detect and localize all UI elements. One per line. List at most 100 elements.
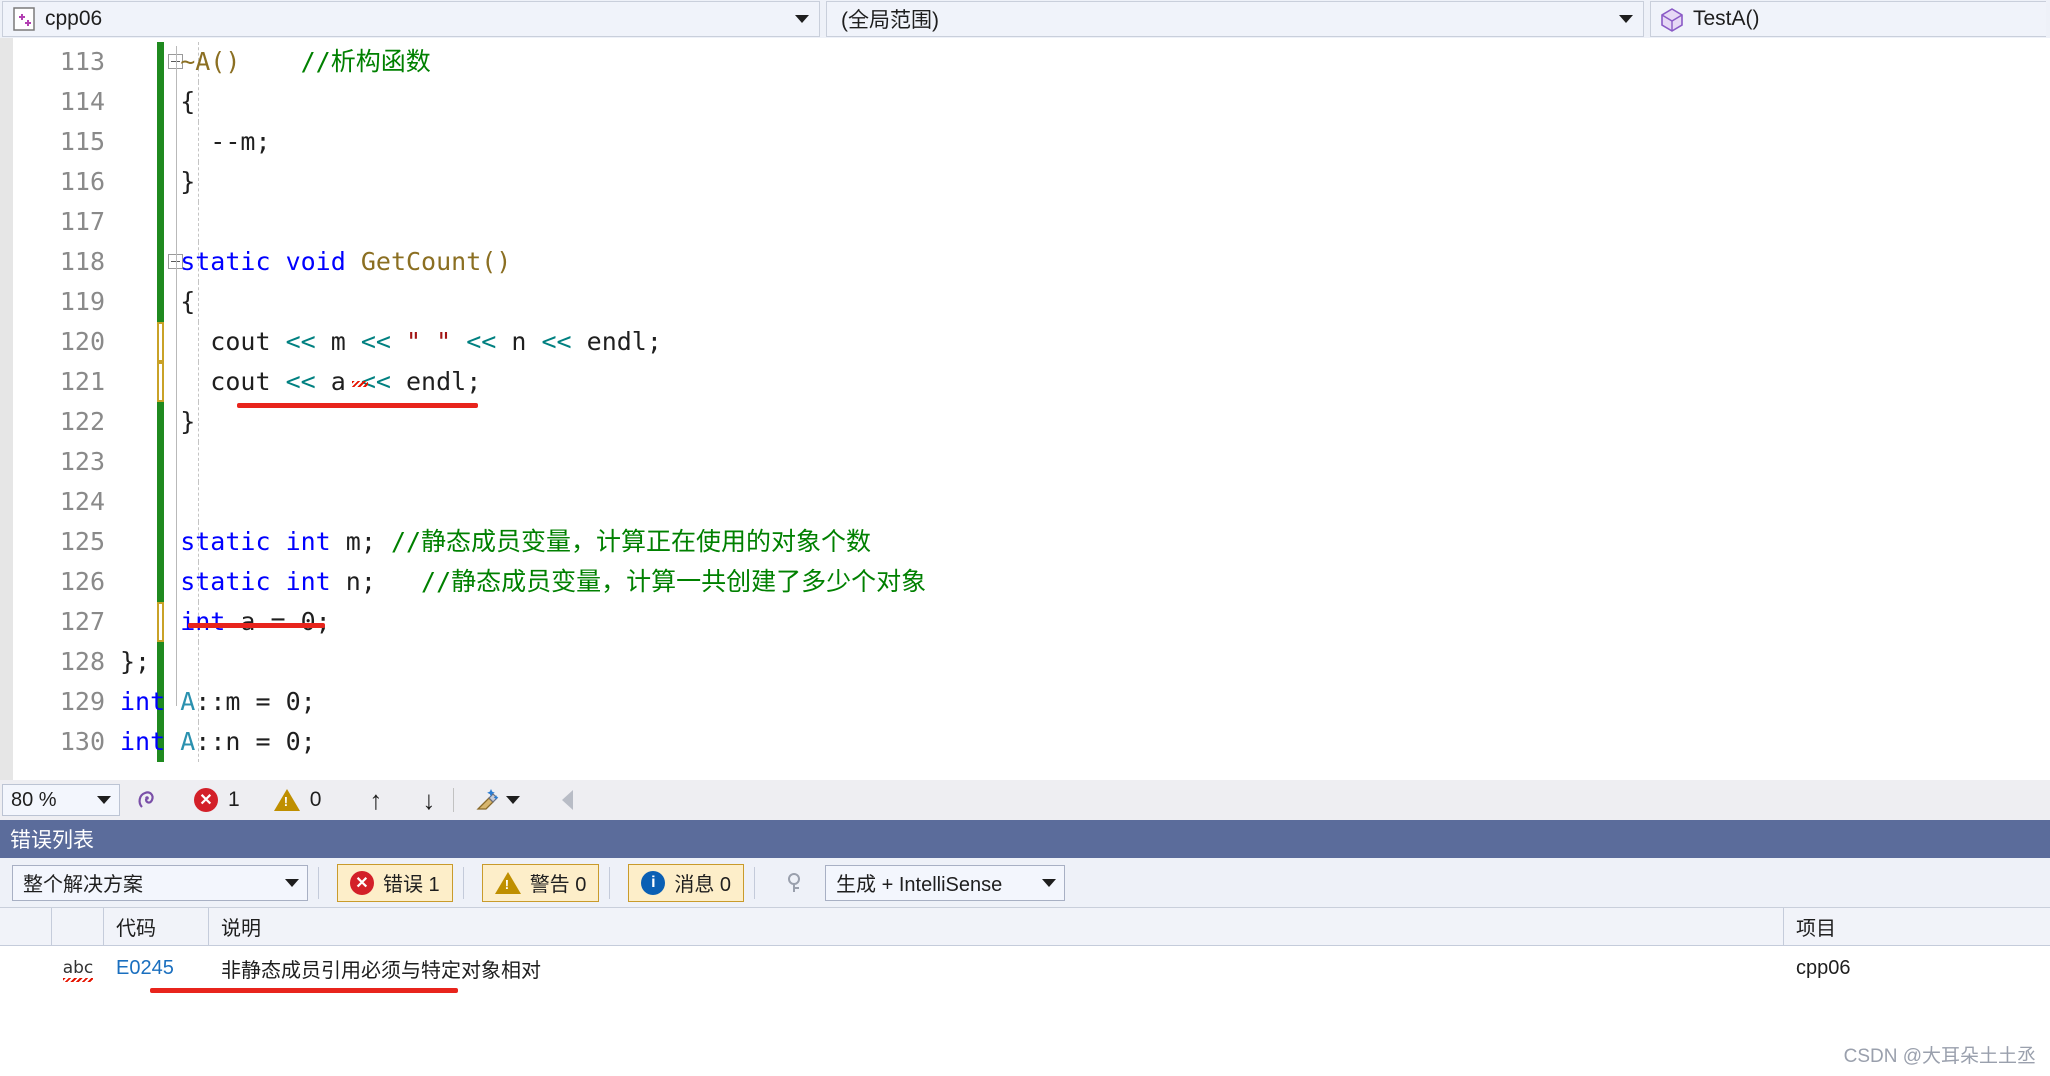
warning-icon xyxy=(273,789,300,811)
chevron-left-icon xyxy=(562,790,574,810)
code-token: } xyxy=(180,407,196,436)
intellisense-status-icon[interactable] xyxy=(134,787,160,813)
toggle-messages-button[interactable]: i 消息 0 xyxy=(628,863,745,902)
scope-dropdown[interactable]: (全局范围) xyxy=(826,1,1644,37)
code-editor[interactable]: 113 ~A() //析构函数 114 {115 --m; 116} 117 118 stati… xyxy=(0,38,2050,780)
column-header-description[interactable]: 说明 xyxy=(209,908,1784,945)
column-header-blank2[interactable] xyxy=(52,908,104,945)
zoom-level-dropdown[interactable]: 80 % xyxy=(2,784,120,816)
code-line[interactable]: 114 { xyxy=(0,82,2050,122)
outlining-bracket-line xyxy=(176,46,177,706)
chevron-down-icon[interactable] xyxy=(1042,878,1057,887)
code-token: << xyxy=(285,367,316,396)
code-line[interactable]: 124 xyxy=(0,482,2050,522)
code-token: cout xyxy=(210,367,286,396)
column-header-blank1[interactable] xyxy=(0,908,52,945)
code-line[interactable]: 128}; xyxy=(0,642,2050,682)
build-filter-dropdown[interactable]: 生成 + IntelliSense xyxy=(825,864,1066,901)
code-line[interactable]: 127 int a = 0; xyxy=(0,602,2050,642)
code-text: cout << m << " " << n << endl; xyxy=(210,322,662,362)
line-number: 116 xyxy=(59,167,105,196)
member-dropdown[interactable]: TestA() xyxy=(1650,1,2046,37)
code-line[interactable]: 126 static int n; //静态成员变量，计算一共创建了多少个对象 xyxy=(0,562,2050,602)
code-text: ~A() //析构函数 xyxy=(180,42,431,82)
line-number: 123 xyxy=(59,447,105,476)
code-line[interactable]: 113 ~A() //析构函数 xyxy=(0,42,2050,82)
change-indicator-bar xyxy=(157,242,164,282)
chevron-down-icon[interactable] xyxy=(1619,15,1633,23)
chevron-down-icon[interactable] xyxy=(285,878,299,887)
error-code[interactable]: E0245 xyxy=(104,957,209,980)
code-token: GetCount() xyxy=(360,247,512,276)
code-line[interactable]: 120 cout << m << " " << n << endl; xyxy=(0,322,2050,362)
filter-key-button[interactable] xyxy=(783,870,811,896)
code-text: static int m; //静态成员变量，计算正在使用的对象个数 xyxy=(180,522,871,562)
error-count-indicator[interactable]: ✕ 1 xyxy=(194,788,240,812)
navigation-bar: cpp06 (全局范围) TestA() xyxy=(0,0,2050,38)
code-token: static xyxy=(180,527,271,556)
code-line[interactable]: 123 xyxy=(0,442,2050,482)
abc-squiggle-icon: abc xyxy=(62,958,94,982)
change-indicator-bar xyxy=(157,322,164,362)
error-project: cpp06 xyxy=(1796,956,1851,979)
next-issue-button[interactable]: ↓ xyxy=(422,785,435,816)
toggle-errors-label: 错误 1 xyxy=(383,874,440,896)
code-line[interactable]: 115 --m; xyxy=(0,122,2050,162)
change-indicator-bar xyxy=(157,162,164,202)
toolbar-divider xyxy=(462,866,464,899)
code-line[interactable]: 119 { xyxy=(0,282,2050,322)
code-token: m; xyxy=(330,527,391,556)
error-list-panel: 错误列表 整个解决方案 ✕ 错误 1 警告 0 i 消息 0 xyxy=(0,820,2050,1076)
chevron-down-icon[interactable] xyxy=(506,796,521,804)
code-token: << xyxy=(541,327,572,356)
change-indicator-bar xyxy=(157,42,164,82)
chevron-down-icon[interactable] xyxy=(97,796,111,804)
previous-issue-button[interactable]: ↑ xyxy=(369,785,382,816)
scroll-left-button[interactable] xyxy=(562,790,574,810)
code-text: cout << a << endl; xyxy=(210,362,481,402)
code-token: " " xyxy=(406,327,452,356)
code-line[interactable]: 116} xyxy=(0,162,2050,202)
code-line[interactable]: 122} xyxy=(0,402,2050,442)
toggle-warnings-button[interactable]: 警告 0 xyxy=(481,863,600,902)
code-line[interactable]: 125 static int m; //静态成员变量，计算正在使用的对象个数 xyxy=(0,522,2050,562)
code-token: endl; xyxy=(571,327,662,356)
code-line[interactable]: 129 int A::m = 0; xyxy=(0,682,2050,722)
code-line[interactable]: 130 int A::n = 0; xyxy=(0,722,2050,762)
code-line[interactable]: 121 cout << a << endl; xyxy=(0,362,2050,402)
code-token: int xyxy=(285,567,331,596)
toolbar-divider xyxy=(318,866,319,899)
code-line[interactable]: 117 xyxy=(0,202,2050,242)
column-header-project[interactable]: 项目 xyxy=(1784,908,2050,945)
code-text: static void GetCount() xyxy=(180,242,511,282)
change-indicator-bar xyxy=(157,282,164,322)
error-list-title: 错误列表 xyxy=(10,829,94,852)
indent-guide xyxy=(198,322,199,362)
scope-filter-dropdown[interactable]: 整个解决方案 xyxy=(12,864,308,901)
warning-count-indicator[interactable]: 0 xyxy=(273,788,321,812)
project-dropdown[interactable]: cpp06 xyxy=(2,1,820,37)
chevron-down-icon[interactable] xyxy=(795,15,809,23)
toggle-warnings-label: 警告 0 xyxy=(529,874,587,896)
column-header-code[interactable]: 代码 xyxy=(104,908,209,945)
line-number: 130 xyxy=(59,727,105,756)
code-token: static xyxy=(180,567,271,596)
code-line[interactable]: 118 static void GetCount() xyxy=(0,242,2050,282)
code-token: ~A() xyxy=(180,47,241,76)
cpp-file-icon xyxy=(9,6,39,32)
code-cleanup-button[interactable] xyxy=(472,787,521,813)
toggle-errors-button[interactable]: ✕ 错误 1 xyxy=(337,863,453,902)
table-row[interactable]: abc E0245 非静态成员引用必须与特定对象相对 cpp06 xyxy=(0,946,2050,993)
change-indicator-bar xyxy=(157,562,164,602)
line-number: 122 xyxy=(59,407,105,436)
change-indicator-bar xyxy=(157,602,164,642)
member-dropdown-label: TestA() xyxy=(1693,7,1760,30)
code-token: n; xyxy=(330,567,422,596)
line-number: 121 xyxy=(59,367,105,396)
code-token: --m; xyxy=(210,127,271,156)
code-text: { xyxy=(180,82,195,122)
scope-filter-value: 整个解决方案 xyxy=(23,874,143,896)
